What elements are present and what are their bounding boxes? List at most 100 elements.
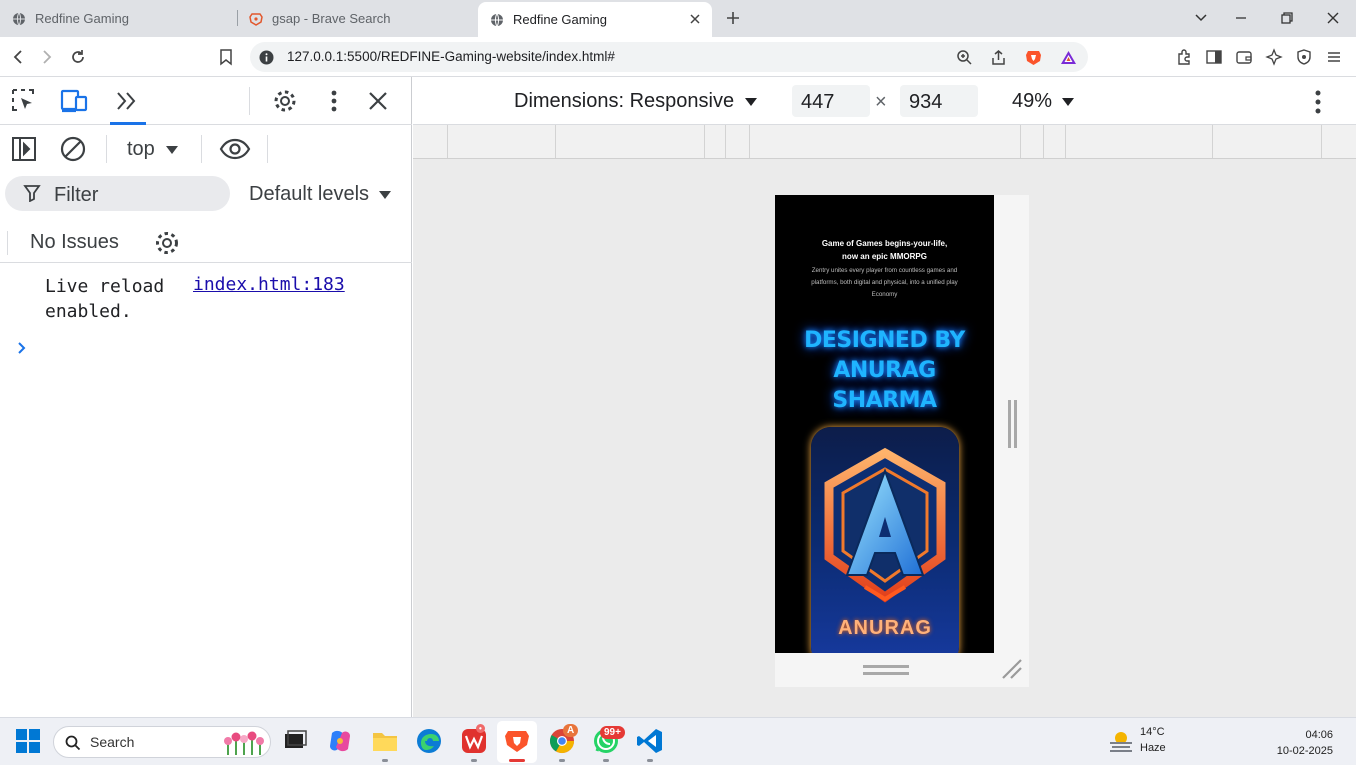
devtools-panel: top Filter Default levels No Issues Live…: [0, 77, 412, 717]
console-prompt-chevron-icon[interactable]: [14, 340, 30, 356]
edge-icon[interactable]: [415, 727, 443, 755]
tab-gsap-search[interactable]: gsap - Brave Search: [249, 0, 474, 37]
brave-shields-icon[interactable]: [1025, 49, 1042, 66]
dimensions-label: Dimensions: Responsive: [514, 90, 735, 112]
divider: [249, 87, 250, 115]
media-query-ruler[interactable]: [413, 125, 1356, 159]
settings-gear-icon[interactable]: [271, 87, 299, 115]
emulated-page[interactable]: Game of Games begins-your-life, now an e…: [775, 195, 994, 653]
back-icon[interactable]: [8, 47, 28, 67]
resize-handle-vertical[interactable]: [1008, 400, 1017, 448]
ruler-tick: [1020, 125, 1021, 158]
ruler-tick: [704, 125, 705, 158]
live-expression-eye-icon[interactable]: [219, 135, 251, 163]
console-message: Live reload enabled.: [45, 274, 164, 324]
designed-by-line2: ANURAG: [833, 358, 936, 383]
address-bar[interactable]: 127.0.0.1:5500/REDFINE-Gaming-website/in…: [250, 42, 1088, 72]
extensions-icon[interactable]: [1175, 48, 1193, 66]
tab-title: gsap - Brave Search: [272, 11, 391, 26]
sidebar-icon[interactable]: [1205, 48, 1223, 66]
device-more-options-icon[interactable]: [1308, 89, 1328, 115]
weather-temperature: 14°C: [1140, 726, 1165, 738]
vscode-icon[interactable]: [636, 727, 664, 755]
file-explorer-icon[interactable]: [371, 727, 399, 755]
filter-input[interactable]: Filter: [5, 176, 230, 211]
tab-title: Redfine Gaming: [513, 12, 607, 27]
console-message-line2: enabled.: [45, 301, 132, 322]
running-indicator: [471, 759, 477, 762]
divider: [7, 231, 8, 255]
new-tab-icon[interactable]: [724, 9, 742, 27]
context-selector[interactable]: top: [127, 138, 179, 161]
designed-by-line1: DESIGNED BY: [804, 328, 965, 353]
anurag-logo-emblem: [824, 447, 946, 603]
clear-console-icon[interactable]: [59, 135, 87, 163]
menu-icon[interactable]: [1325, 48, 1343, 66]
ruler-tick: [447, 125, 448, 158]
console-source-link[interactable]: index.html:183: [193, 274, 345, 295]
ruler-tick: [749, 125, 750, 158]
console-message-line1: Live reload: [45, 276, 165, 297]
clock-time: 04:06: [1305, 729, 1333, 741]
leo-ai-icon[interactable]: [1265, 48, 1283, 66]
vpn-icon[interactable]: [1295, 48, 1313, 66]
share-icon[interactable]: [990, 49, 1007, 66]
task-view-icon[interactable]: [281, 727, 309, 755]
brave-rewards-icon[interactable]: [1060, 49, 1077, 66]
device-emulation-area: Dimensions: Responsive 447 × 934 49% Gam…: [413, 77, 1356, 717]
divider: [267, 135, 268, 163]
ruler-tick: [1065, 125, 1066, 158]
bookmark-icon[interactable]: [216, 47, 236, 67]
sidebar-toggle-icon[interactable]: [10, 135, 38, 163]
reload-icon[interactable]: [68, 47, 88, 67]
resize-corner-icon[interactable]: [1001, 658, 1023, 680]
tulips-decoration-icon: [224, 731, 264, 755]
copilot-icon[interactable]: [326, 727, 354, 755]
tab-redfine-gaming-active[interactable]: Redfine Gaming: [478, 2, 712, 37]
weather-description: Haze: [1140, 742, 1166, 754]
browser-toolbar: 127.0.0.1:5500/REDFINE-Gaming-website/in…: [0, 37, 1356, 77]
ruler-tick: [1043, 125, 1044, 158]
tab-separator: [237, 10, 238, 26]
brave-browser-icon[interactable]: [503, 727, 531, 755]
log-levels-dropdown[interactable]: Default levels: [249, 183, 392, 206]
logo-card: ANURAG: [811, 427, 959, 653]
running-indicator: [559, 759, 565, 762]
taskbar-search-box[interactable]: Search: [53, 726, 271, 758]
close-devtools-icon[interactable]: [364, 87, 392, 115]
ruler-tick: [555, 125, 556, 158]
resize-handle-horizontal[interactable]: [863, 663, 909, 677]
windows-start-icon[interactable]: [15, 728, 41, 754]
times-symbol: ×: [875, 91, 887, 113]
chevron-down-icon[interactable]: [1192, 9, 1210, 27]
dimensions-dropdown[interactable]: Dimensions: Responsive: [514, 90, 758, 113]
filter-placeholder: Filter: [54, 184, 99, 206]
kebab-menu-icon[interactable]: [320, 87, 348, 115]
tab-redfine-gaming-1[interactable]: Redfine Gaming: [12, 0, 237, 37]
hero-paragraph-line1: Zentry unites every player from countles…: [811, 267, 958, 274]
zoom-dropdown[interactable]: 49%: [1012, 90, 1075, 113]
more-tabs-icon[interactable]: [113, 87, 141, 115]
inspect-element-icon[interactable]: [10, 87, 38, 115]
zoom-icon[interactable]: [956, 49, 973, 66]
system-clock[interactable]: 04:06 10-02-2025: [1270, 727, 1333, 759]
width-input[interactable]: 447: [792, 85, 870, 117]
forward-icon[interactable]: [37, 47, 57, 67]
restore-icon[interactable]: [1278, 9, 1296, 27]
ruler-tick: [1212, 125, 1213, 158]
wps-badge: •: [476, 724, 485, 733]
issues-count-label[interactable]: No Issues: [30, 231, 119, 254]
site-info-icon[interactable]: [258, 49, 275, 66]
brave-icon: [249, 12, 263, 26]
console-settings-gear-icon[interactable]: [153, 229, 181, 257]
ruler-tick: [1321, 125, 1322, 158]
window-close-icon[interactable]: [1324, 9, 1342, 27]
close-icon[interactable]: [688, 12, 702, 26]
wallet-icon[interactable]: [1235, 48, 1253, 66]
minimize-icon[interactable]: [1232, 9, 1250, 27]
context-label: top: [127, 138, 155, 160]
height-input[interactable]: 934: [900, 85, 978, 117]
device-toolbar-icon[interactable]: [60, 87, 88, 115]
designed-by-line3: SHARMA: [832, 388, 937, 413]
haze-weather-icon[interactable]: [1108, 730, 1134, 754]
